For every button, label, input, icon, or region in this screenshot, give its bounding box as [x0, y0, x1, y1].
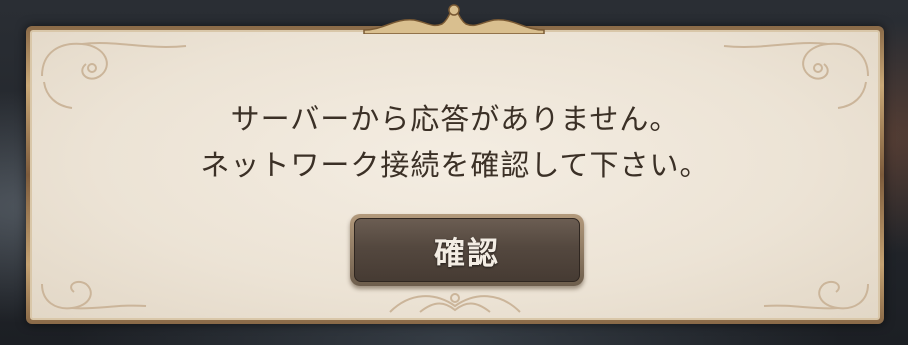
- message-line-check-network: ネットワーク接続を確認して下さい。: [200, 148, 710, 182]
- confirm-button[interactable]: 確認: [350, 214, 584, 286]
- top-crest-ornament-icon: [363, 4, 545, 34]
- corner-filigree-icon: [41, 280, 147, 310]
- message-line-server-no-response: サーバーから応答がありません。: [230, 102, 680, 136]
- bottom-filigree-icon: [389, 293, 521, 313]
- error-message: サーバーから応答がありません。 ネットワーク接続を確認して下さい。: [32, 96, 878, 188]
- confirm-button-face[interactable]: 確認: [354, 218, 580, 282]
- network-error-dialog: サーバーから応答がありません。 ネットワーク接続を確認して下さい。 確認: [26, 26, 884, 324]
- corner-filigree-icon: [763, 280, 869, 310]
- confirm-button-label: 確認: [434, 235, 500, 272]
- dialog-panel: サーバーから応答がありません。 ネットワーク接続を確認して下さい。 確認: [30, 30, 880, 320]
